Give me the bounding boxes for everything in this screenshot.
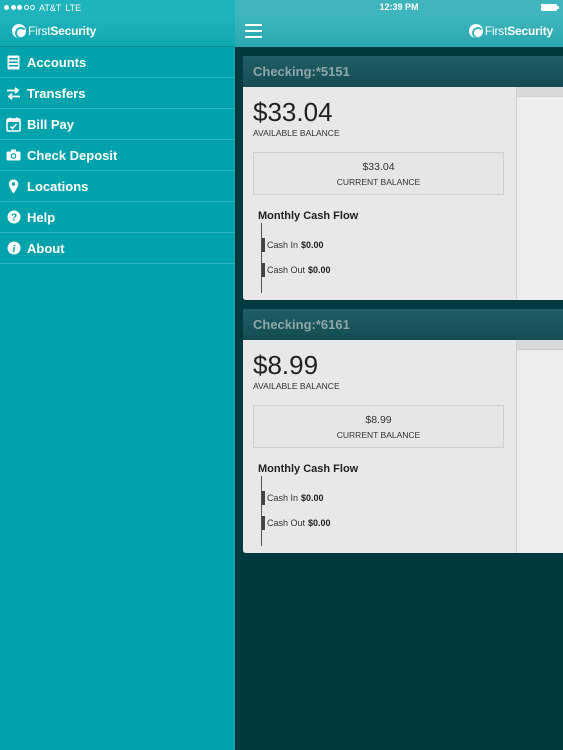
main-header: First Security xyxy=(235,15,563,47)
sidebar-item-check-deposit[interactable]: Check Deposit xyxy=(0,140,235,171)
cash-in-bar xyxy=(262,238,265,252)
battery-icon xyxy=(541,4,559,11)
current-balance-box: $8.99 CURRENT BALANCE xyxy=(253,405,504,448)
account-card[interactable]: Checking:*5151 $33.04 AVAILABLE BALANCE … xyxy=(243,56,563,300)
cash-in-row: Cash In $0.00 xyxy=(267,240,324,250)
brand-mark-icon xyxy=(12,23,26,38)
sidebar-item-locations[interactable]: Locations xyxy=(0,171,235,202)
sidebar-item-accounts[interactable]: Accounts xyxy=(0,47,235,78)
account-detail-pane xyxy=(516,340,563,553)
sidebar-item-label: Locations xyxy=(27,178,89,194)
help-icon: ? xyxy=(6,210,21,225)
available-balance-amount: $8.99 xyxy=(253,350,319,380)
available-balance-label: AVAILABLE BALANCE xyxy=(253,381,340,391)
account-title[interactable]: Checking:*6161 xyxy=(243,309,563,340)
status-bar-right: 12:39 PM xyxy=(235,0,563,15)
cash-out-bar xyxy=(262,516,265,530)
sidebar-item-label: Bill Pay xyxy=(27,116,74,132)
account-summary: $8.99 AVAILABLE BALANCE $8.99 CURRENT BA… xyxy=(243,340,516,553)
cash-in-row: Cash In $0.00 xyxy=(267,493,324,503)
status-bar-left: AT&T LTE xyxy=(0,0,235,15)
sidebar-item-about[interactable]: i About xyxy=(0,233,235,264)
menu-toggle-icon[interactable] xyxy=(245,24,262,38)
location-pin-icon xyxy=(6,179,21,194)
cash-in-bar xyxy=(262,491,265,505)
network-label: LTE xyxy=(65,2,82,13)
cash-in-value: $0.00 xyxy=(301,240,324,250)
svg-text:?: ? xyxy=(10,213,16,224)
account-summary: $33.04 AVAILABLE BALANCE $33.04 CURRENT … xyxy=(243,87,516,300)
accounts-icon xyxy=(6,55,21,70)
cash-out-row: Cash Out $0.00 xyxy=(267,518,331,528)
cash-out-row: Cash Out $0.00 xyxy=(267,265,331,275)
account-title[interactable]: Checking:*5151 xyxy=(243,56,563,87)
sidebar-header: First Security xyxy=(0,15,235,47)
account-detail-pane xyxy=(516,87,563,300)
carrier-label: AT&T xyxy=(39,2,62,13)
transfers-icon xyxy=(6,86,21,101)
cash-out-value: $0.00 xyxy=(308,265,331,275)
main-panel: 12:39 PM First Security Checking:*5151 $3… xyxy=(235,0,563,750)
sidebar-item-help[interactable]: ? Help xyxy=(0,202,235,233)
sidebar-item-bill-pay[interactable]: Bill Pay xyxy=(0,109,235,140)
cash-out-value: $0.00 xyxy=(308,518,331,528)
cash-out-bar xyxy=(262,263,265,277)
sidebar-item-label: About xyxy=(27,240,65,256)
signal-strength-icon xyxy=(4,5,35,10)
sidebar-item-transfers[interactable]: Transfers xyxy=(0,78,235,109)
cash-flow-title: Monthly Cash Flow xyxy=(258,463,359,475)
current-balance-label: CURRENT BALANCE xyxy=(336,177,421,187)
camera-icon xyxy=(6,148,21,163)
brand-logo: First Security xyxy=(12,23,96,38)
current-balance-amount: $33.04 xyxy=(362,161,395,173)
sidebar-item-label: Accounts xyxy=(27,54,87,70)
cash-flow-axis xyxy=(261,223,262,293)
sidebar-menu: Accounts Transfers Bill Pay Check Deposi… xyxy=(0,47,235,264)
brand-mark-icon xyxy=(468,24,483,38)
sidebar-item-label: Check Deposit xyxy=(27,147,118,163)
status-time: 12:39 PM xyxy=(379,2,419,12)
current-balance-amount: $8.99 xyxy=(365,414,392,426)
sidebar: AT&T LTE First Security Accounts Transfer… xyxy=(0,0,235,750)
info-icon: i xyxy=(6,241,21,256)
available-balance-label: AVAILABLE BALANCE xyxy=(253,128,340,138)
current-balance-label: CURRENT BALANCE xyxy=(336,430,421,440)
cash-flow-title: Monthly Cash Flow xyxy=(258,210,359,222)
current-balance-box: $33.04 CURRENT BALANCE xyxy=(253,152,504,195)
account-card[interactable]: Checking:*6161 $8.99 AVAILABLE BALANCE $… xyxy=(243,309,563,553)
cash-in-value: $0.00 xyxy=(301,493,324,503)
available-balance-amount: $33.04 xyxy=(253,97,333,127)
sidebar-item-label: Help xyxy=(27,209,56,225)
header-brand-logo: First Security xyxy=(468,24,553,38)
sidebar-item-label: Transfers xyxy=(27,85,86,101)
calendar-icon xyxy=(6,117,21,132)
svg-text:i: i xyxy=(12,244,15,255)
cash-flow-axis xyxy=(261,476,262,546)
